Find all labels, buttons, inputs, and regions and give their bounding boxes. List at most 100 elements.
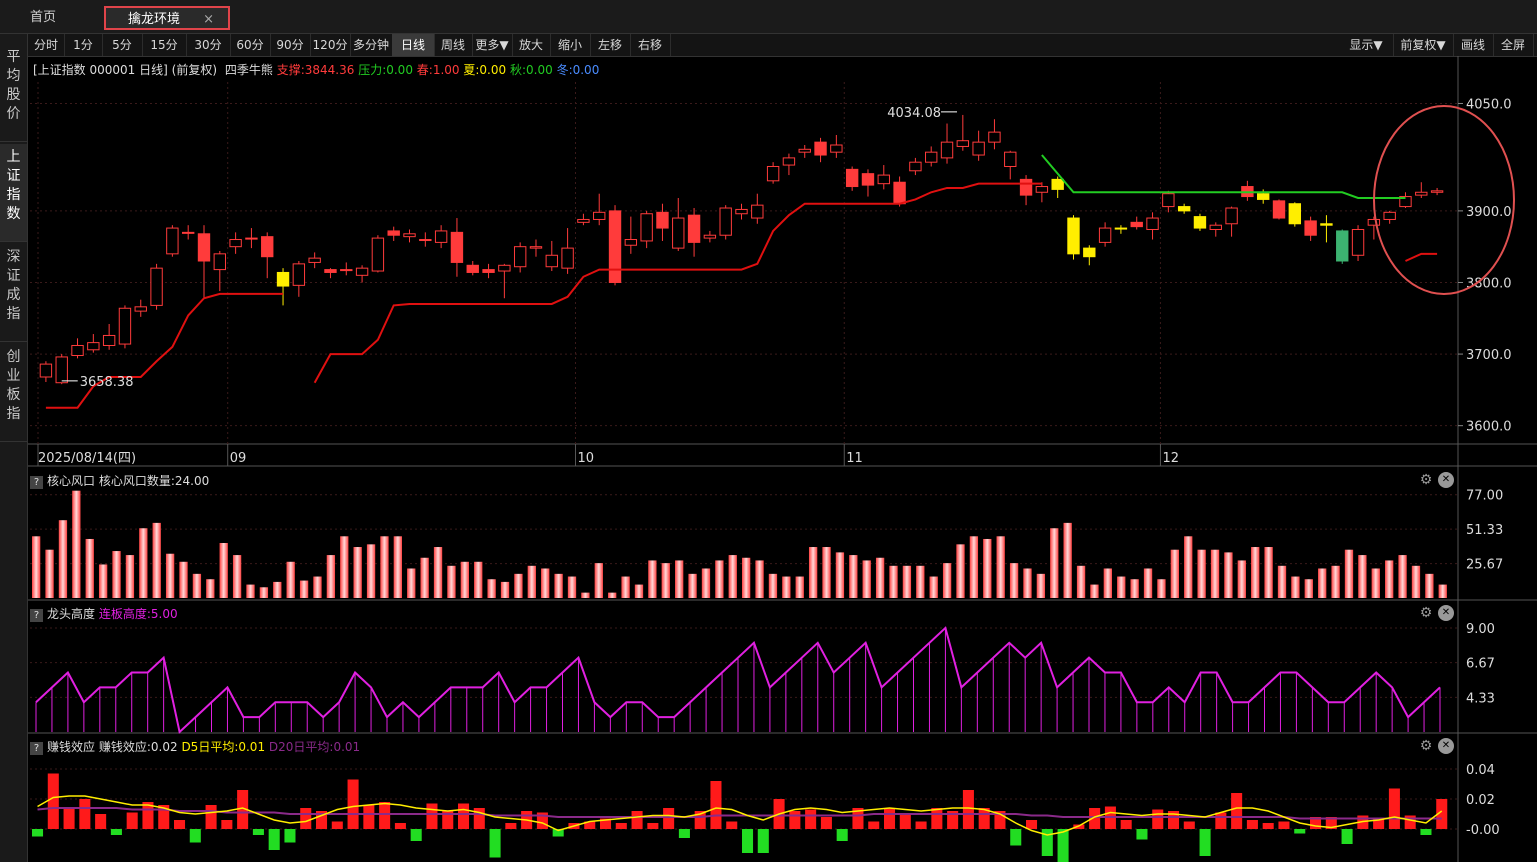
hotspot-bar [1063,522,1072,598]
toolbar-right-button-2[interactable]: 画线 [1453,34,1494,56]
hotspot-bar [1425,573,1434,598]
profit-bar [505,823,517,829]
profit-bar [852,808,864,829]
profit-bar [410,829,422,841]
hotspot-bar [1331,565,1340,598]
profit-bar [868,821,880,829]
toolbar-button-7[interactable]: 120分 [310,34,351,56]
toolbar-button-3[interactable]: 15分 [142,34,187,56]
x-tick-label: 12 [1162,451,1179,466]
tab-qinlong-environment[interactable]: 擒龙环境 × [104,6,230,30]
gear-icon[interactable]: ⚙ [1418,605,1434,621]
toolbar-right-button-0[interactable]: 显示▼ [1339,34,1394,56]
hotspot-bar [1438,584,1447,598]
hotspot-bar [72,490,81,598]
profit-bar [1262,823,1274,829]
help-icon[interactable]: ? [30,476,43,489]
close-icon[interactable]: ✕ [1438,738,1454,754]
panel-core-hotspot-header: ? 核心风口 核心风口数量:24.00 [30,472,209,489]
candle-body [1415,191,1428,196]
profit-bar [158,805,170,829]
candle-body [861,173,875,186]
candle-body [972,141,985,156]
winter-value: 冬:0.00 [556,63,600,77]
hotspot-bar [554,573,563,598]
candle-body [213,253,226,271]
leader-height-line [35,626,1441,734]
gear-icon[interactable]: ⚙ [1418,472,1434,488]
sidebar-item-0[interactable]: 平均股价 [0,44,27,142]
hotspot-bar [1117,576,1126,598]
toolbar-button-11[interactable]: 更多▼ [472,34,513,56]
candle-body [830,144,843,153]
candle-body [703,234,717,239]
hotspot-bar [996,536,1005,598]
gear-icon[interactable]: ⚙ [1418,738,1434,754]
toolbar-button-14[interactable]: 左移 [590,34,631,56]
highlight-circle [1373,105,1515,295]
candle-body [324,269,337,273]
sidebar-item-1[interactable]: 上证指数 [0,144,27,242]
hotspot-bar [742,557,751,598]
candle-body [292,263,306,286]
toolbar-button-9[interactable]: 日线 [392,34,435,56]
hotspot-bar [675,560,684,598]
candle-body [387,230,400,236]
candle-body [1067,217,1080,255]
d20-line [37,807,1442,820]
profit-bar [931,808,943,829]
help-icon[interactable]: ? [30,742,43,755]
candle-body [1130,221,1143,228]
y-tick-label: -0.00 [1466,823,1500,838]
candle-body [956,140,970,147]
candle-body [245,237,258,240]
candle-body [1051,178,1064,190]
toolbar-button-13[interactable]: 缩小 [550,34,591,56]
hotspot-bar [1304,579,1313,598]
x-tick-label: 09 [230,451,247,466]
hotspot-bar [1371,568,1380,598]
toolbar-button-12[interactable]: 放大 [512,34,551,56]
help-icon[interactable]: ? [30,609,43,622]
candle-body [1146,217,1159,230]
candle-body [719,207,732,236]
toolbar-button-8[interactable]: 多分钟 [350,34,393,56]
toolbar-right-button-1[interactable]: 前复权▼ [1393,34,1454,56]
candle-body [1383,211,1396,220]
toolbar-button-1[interactable]: 1分 [64,34,103,56]
hotspot-bar [875,557,885,598]
toolbar-button-10[interactable]: 周线 [434,34,473,56]
y-tick-label: 0.02 [1466,793,1495,808]
candle-body [1320,223,1333,226]
hotspot-bar [969,536,979,598]
hotspot-bar [460,561,469,598]
hotspot-bar [45,549,54,598]
candle-body [403,233,416,238]
toolbar-button-4[interactable]: 30分 [186,34,231,56]
profit-bar [915,821,927,829]
toolbar-button-0[interactable]: 分时 [28,34,65,56]
toolbar-button-2[interactable]: 5分 [102,34,143,56]
hotspot-bar [1277,565,1287,598]
hotspot-bar [902,565,912,598]
hotspot-bar [822,547,831,598]
close-icon[interactable]: ✕ [1438,605,1454,621]
sidebar-item-3[interactable]: 创业板指 [0,344,27,442]
candle-body [355,267,369,276]
hotspot-bar [1023,568,1032,598]
toolbar-right-button-3[interactable]: 全屏 [1493,34,1534,56]
toolbar-button-15[interactable]: 右移 [630,34,671,56]
toolbar-button-5[interactable]: 60分 [230,34,271,56]
hotspot-bar [165,553,175,598]
candle-body [276,271,290,287]
tab-home[interactable]: 首页 [30,6,56,30]
toolbar-button-6[interactable]: 90分 [270,34,311,56]
chart-area[interactable]: 4050.0 3900.0 3800.0 3700.0 3600.0 2025/08/14… [0,0,1537,862]
candle-body [1241,186,1254,198]
spring-value: 春:1.00 [416,63,460,77]
sidebar-item-2[interactable]: 深证成指 [0,244,27,342]
close-icon[interactable]: ✕ [1438,472,1454,488]
candle-body [39,363,53,378]
close-icon[interactable]: × [203,8,214,32]
profit-bar [473,808,485,829]
